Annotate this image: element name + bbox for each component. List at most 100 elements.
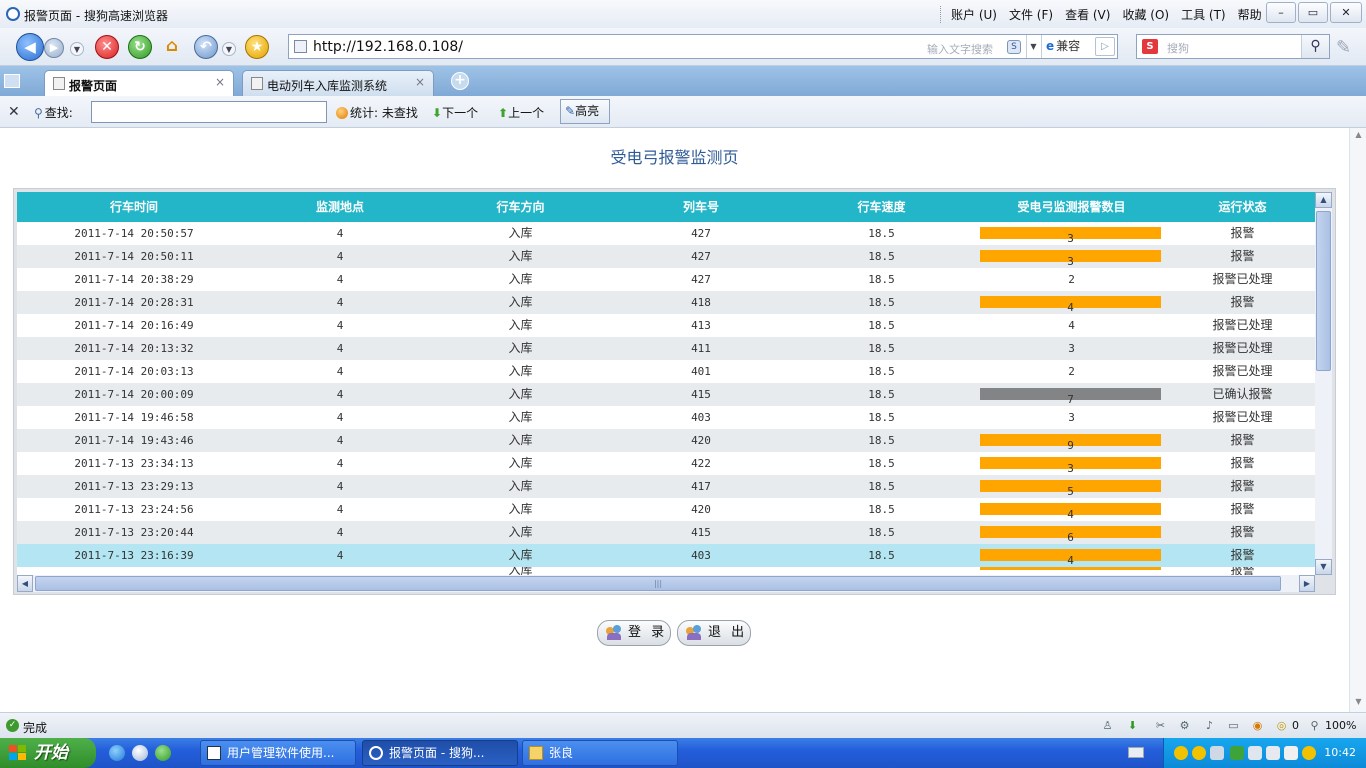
usb-icon[interactable]: [1284, 746, 1298, 760]
table-row[interactable]: 2011-7-14 19:46:58 4 入库 403 18.5 3 报警已处理: [17, 406, 1315, 429]
find-prev-button[interactable]: ⬆上一个: [498, 104, 544, 121]
downloads-icon[interactable]: ◎: [1274, 718, 1289, 733]
eye-care-icon[interactable]: ◉: [1250, 718, 1265, 733]
sogou-quicklaunch-icon[interactable]: [155, 745, 171, 761]
table-row-partial[interactable]: 入库 报警: [17, 567, 1315, 575]
scroll-down-icon[interactable]: ▼: [1315, 559, 1332, 575]
tray-app-icon[interactable]: [1266, 746, 1280, 760]
table-row[interactable]: 2011-7-14 20:00:09 4 入库 415 18.5 7 已确认报警: [17, 383, 1315, 406]
column-header-site[interactable]: 监测地点: [251, 192, 429, 222]
table-row[interactable]: 2011-7-13 23:16:39 4 入库 403 18.5 4 报警: [17, 544, 1315, 567]
ie-quicklaunch-icon[interactable]: [109, 745, 125, 761]
vertical-scroll-thumb[interactable]: [1316, 211, 1331, 371]
table-row[interactable]: 2011-7-14 20:50:57 4 入库 427 18.5 3 报警: [17, 222, 1315, 245]
ad-filter-icon[interactable]: ⚙: [1177, 718, 1192, 733]
page-scroll-up-icon[interactable]: ▲: [1352, 130, 1365, 143]
undo-close-button[interactable]: ↶: [194, 35, 218, 59]
search-box[interactable]: S 搜狗 ⚲: [1136, 34, 1330, 59]
table-row[interactable]: 2011-7-13 23:24:56 4 入库 420 18.5 4 报警: [17, 498, 1315, 521]
home-button[interactable]: ⌂: [160, 35, 184, 59]
login-button[interactable]: 登 录: [597, 620, 671, 646]
close-button[interactable]: ✕: [1330, 2, 1362, 23]
find-next-button[interactable]: ⬇下一个: [432, 104, 478, 121]
menu-file[interactable]: 文件 (F): [1009, 6, 1053, 23]
taskbar-item-word-doc[interactable]: 用户管理软件使用...: [200, 740, 356, 766]
column-header-train[interactable]: 列车号: [612, 192, 790, 222]
minimize-button[interactable]: –: [1266, 2, 1296, 23]
undo-dropdown-icon[interactable]: ▼: [222, 42, 236, 56]
table-row[interactable]: 2011-7-13 23:20:44 4 入库 415 18.5 6 报警: [17, 521, 1315, 544]
history-dropdown-icon[interactable]: ▼: [70, 42, 84, 56]
back-button[interactable]: ◀: [16, 33, 44, 61]
network-icon[interactable]: [1210, 746, 1224, 760]
scroll-up-icon[interactable]: ▲: [1315, 192, 1332, 208]
page-scroll-down-icon[interactable]: ▼: [1352, 697, 1365, 710]
browser-quicklaunch-icon[interactable]: [132, 745, 148, 761]
column-header-direction[interactable]: 行车方向: [429, 192, 612, 222]
maximize-button[interactable]: ▭: [1298, 2, 1328, 23]
table-row[interactable]: 2011-7-14 20:28:31 4 入库 418 18.5 4 报警: [17, 291, 1315, 314]
refresh-button[interactable]: ↻: [128, 35, 152, 59]
address-dropdown-icon[interactable]: ▼: [1026, 35, 1040, 58]
table-row[interactable]: 2011-7-14 20:03:13 4 入库 401 18.5 2 报警已处理: [17, 360, 1315, 383]
mouse-gesture-icon[interactable]: ♙: [1100, 718, 1115, 733]
url-text[interactable]: http://192.168.0.108/: [313, 39, 463, 55]
column-header-status[interactable]: 运行状态: [1170, 192, 1315, 222]
favorites-button[interactable]: ★: [245, 35, 269, 59]
sound-icon[interactable]: ♪: [1202, 718, 1217, 733]
column-header-speed[interactable]: 行车速度: [790, 192, 973, 222]
menu-tools[interactable]: 工具 (T): [1181, 6, 1226, 23]
security-icon[interactable]: [1230, 746, 1244, 760]
address-bar[interactable]: http://192.168.0.108/ 输入文字搜索 S ▼ e 兼容 ▷: [288, 34, 1118, 59]
search-button[interactable]: ⚲: [1301, 35, 1329, 58]
go-button[interactable]: ▷: [1095, 37, 1115, 56]
menu-account[interactable]: 账户 (U): [951, 6, 997, 23]
tab-close-icon[interactable]: ×: [415, 75, 425, 89]
column-header-time[interactable]: 行车时间: [17, 192, 251, 222]
taskbar-item-folder[interactable]: 张良: [522, 740, 678, 766]
scroll-right-icon[interactable]: ▶: [1299, 575, 1315, 592]
table-row[interactable]: 2011-7-13 23:34:13 4 入库 422 18.5 3 报警: [17, 452, 1315, 475]
table-row[interactable]: 2011-7-14 20:38:29 4 入库 427 18.5 2 报警已处理: [17, 268, 1315, 291]
tray-app-icon[interactable]: [1302, 746, 1316, 760]
compat-mode-button[interactable]: e 兼容: [1041, 35, 1093, 58]
tray-app-icon[interactable]: [1248, 746, 1262, 760]
table-row[interactable]: 2011-7-14 19:43:46 4 入库 420 18.5 9 报警: [17, 429, 1315, 452]
new-tab-button[interactable]: +: [451, 72, 469, 90]
table-row[interactable]: 2011-7-14 20:16:49 4 入库 413 18.5 4 报警已处理: [17, 314, 1315, 337]
start-button[interactable]: 开始: [0, 738, 96, 768]
zoom-level[interactable]: 100%: [1325, 719, 1356, 732]
highlight-button[interactable]: ✎高亮: [560, 99, 610, 124]
tools-icon[interactable]: ✂: [1153, 718, 1168, 733]
grid-vertical-scrollbar[interactable]: ▲ ▼: [1315, 192, 1332, 575]
tab-alarm-page[interactable]: 报警页面 ×: [44, 70, 234, 96]
find-close-button[interactable]: ✕: [8, 104, 20, 120]
menu-favorites[interactable]: 收藏 (O): [1122, 6, 1169, 23]
pen-icon[interactable]: ✎: [1336, 37, 1351, 58]
page-vertical-scrollbar[interactable]: ▲ ▼: [1349, 128, 1366, 712]
qq-icon[interactable]: [1192, 746, 1206, 760]
find-input[interactable]: [91, 101, 327, 123]
grid-horizontal-scrollbar[interactable]: ◀ ||| ▶: [17, 575, 1315, 592]
download-arrow-icon[interactable]: ⬇: [1125, 718, 1140, 733]
stop-button[interactable]: ✕: [95, 35, 119, 59]
scroll-left-icon[interactable]: ◀: [17, 575, 33, 592]
column-header-alarm-count[interactable]: 受电弓监测报警数目: [973, 192, 1170, 222]
tab-close-icon[interactable]: ×: [215, 75, 225, 89]
zoom-icon[interactable]: ⚲: [1307, 718, 1322, 733]
sogou-search-icon[interactable]: S: [1142, 39, 1158, 54]
screenshot-icon[interactable]: ▭: [1226, 718, 1241, 733]
horizontal-scroll-thumb[interactable]: |||: [35, 576, 1281, 591]
table-row[interactable]: 2011-7-13 23:29:13 4 入库 417 18.5 5 报警: [17, 475, 1315, 498]
menu-view[interactable]: 查看 (V): [1065, 6, 1110, 23]
forward-button[interactable]: ▶: [44, 38, 64, 58]
tab-train-monitor[interactable]: 电动列车入库监测系统 ×: [242, 70, 434, 96]
logout-button[interactable]: 退 出: [677, 620, 751, 646]
sidebar-toggle-icon[interactable]: [4, 74, 20, 88]
table-row[interactable]: 2011-7-14 20:50:11 4 入库 427 18.5 3 报警: [17, 245, 1315, 268]
qq-icon[interactable]: [1174, 746, 1188, 760]
taskbar-item-browser[interactable]: 报警页面 - 搜狗...: [362, 740, 518, 766]
table-row[interactable]: 2011-7-14 20:13:32 4 入库 411 18.5 3 报警已处理: [17, 337, 1315, 360]
security-shield-icon[interactable]: S: [1007, 40, 1021, 54]
clock[interactable]: 10:42: [1324, 746, 1356, 759]
